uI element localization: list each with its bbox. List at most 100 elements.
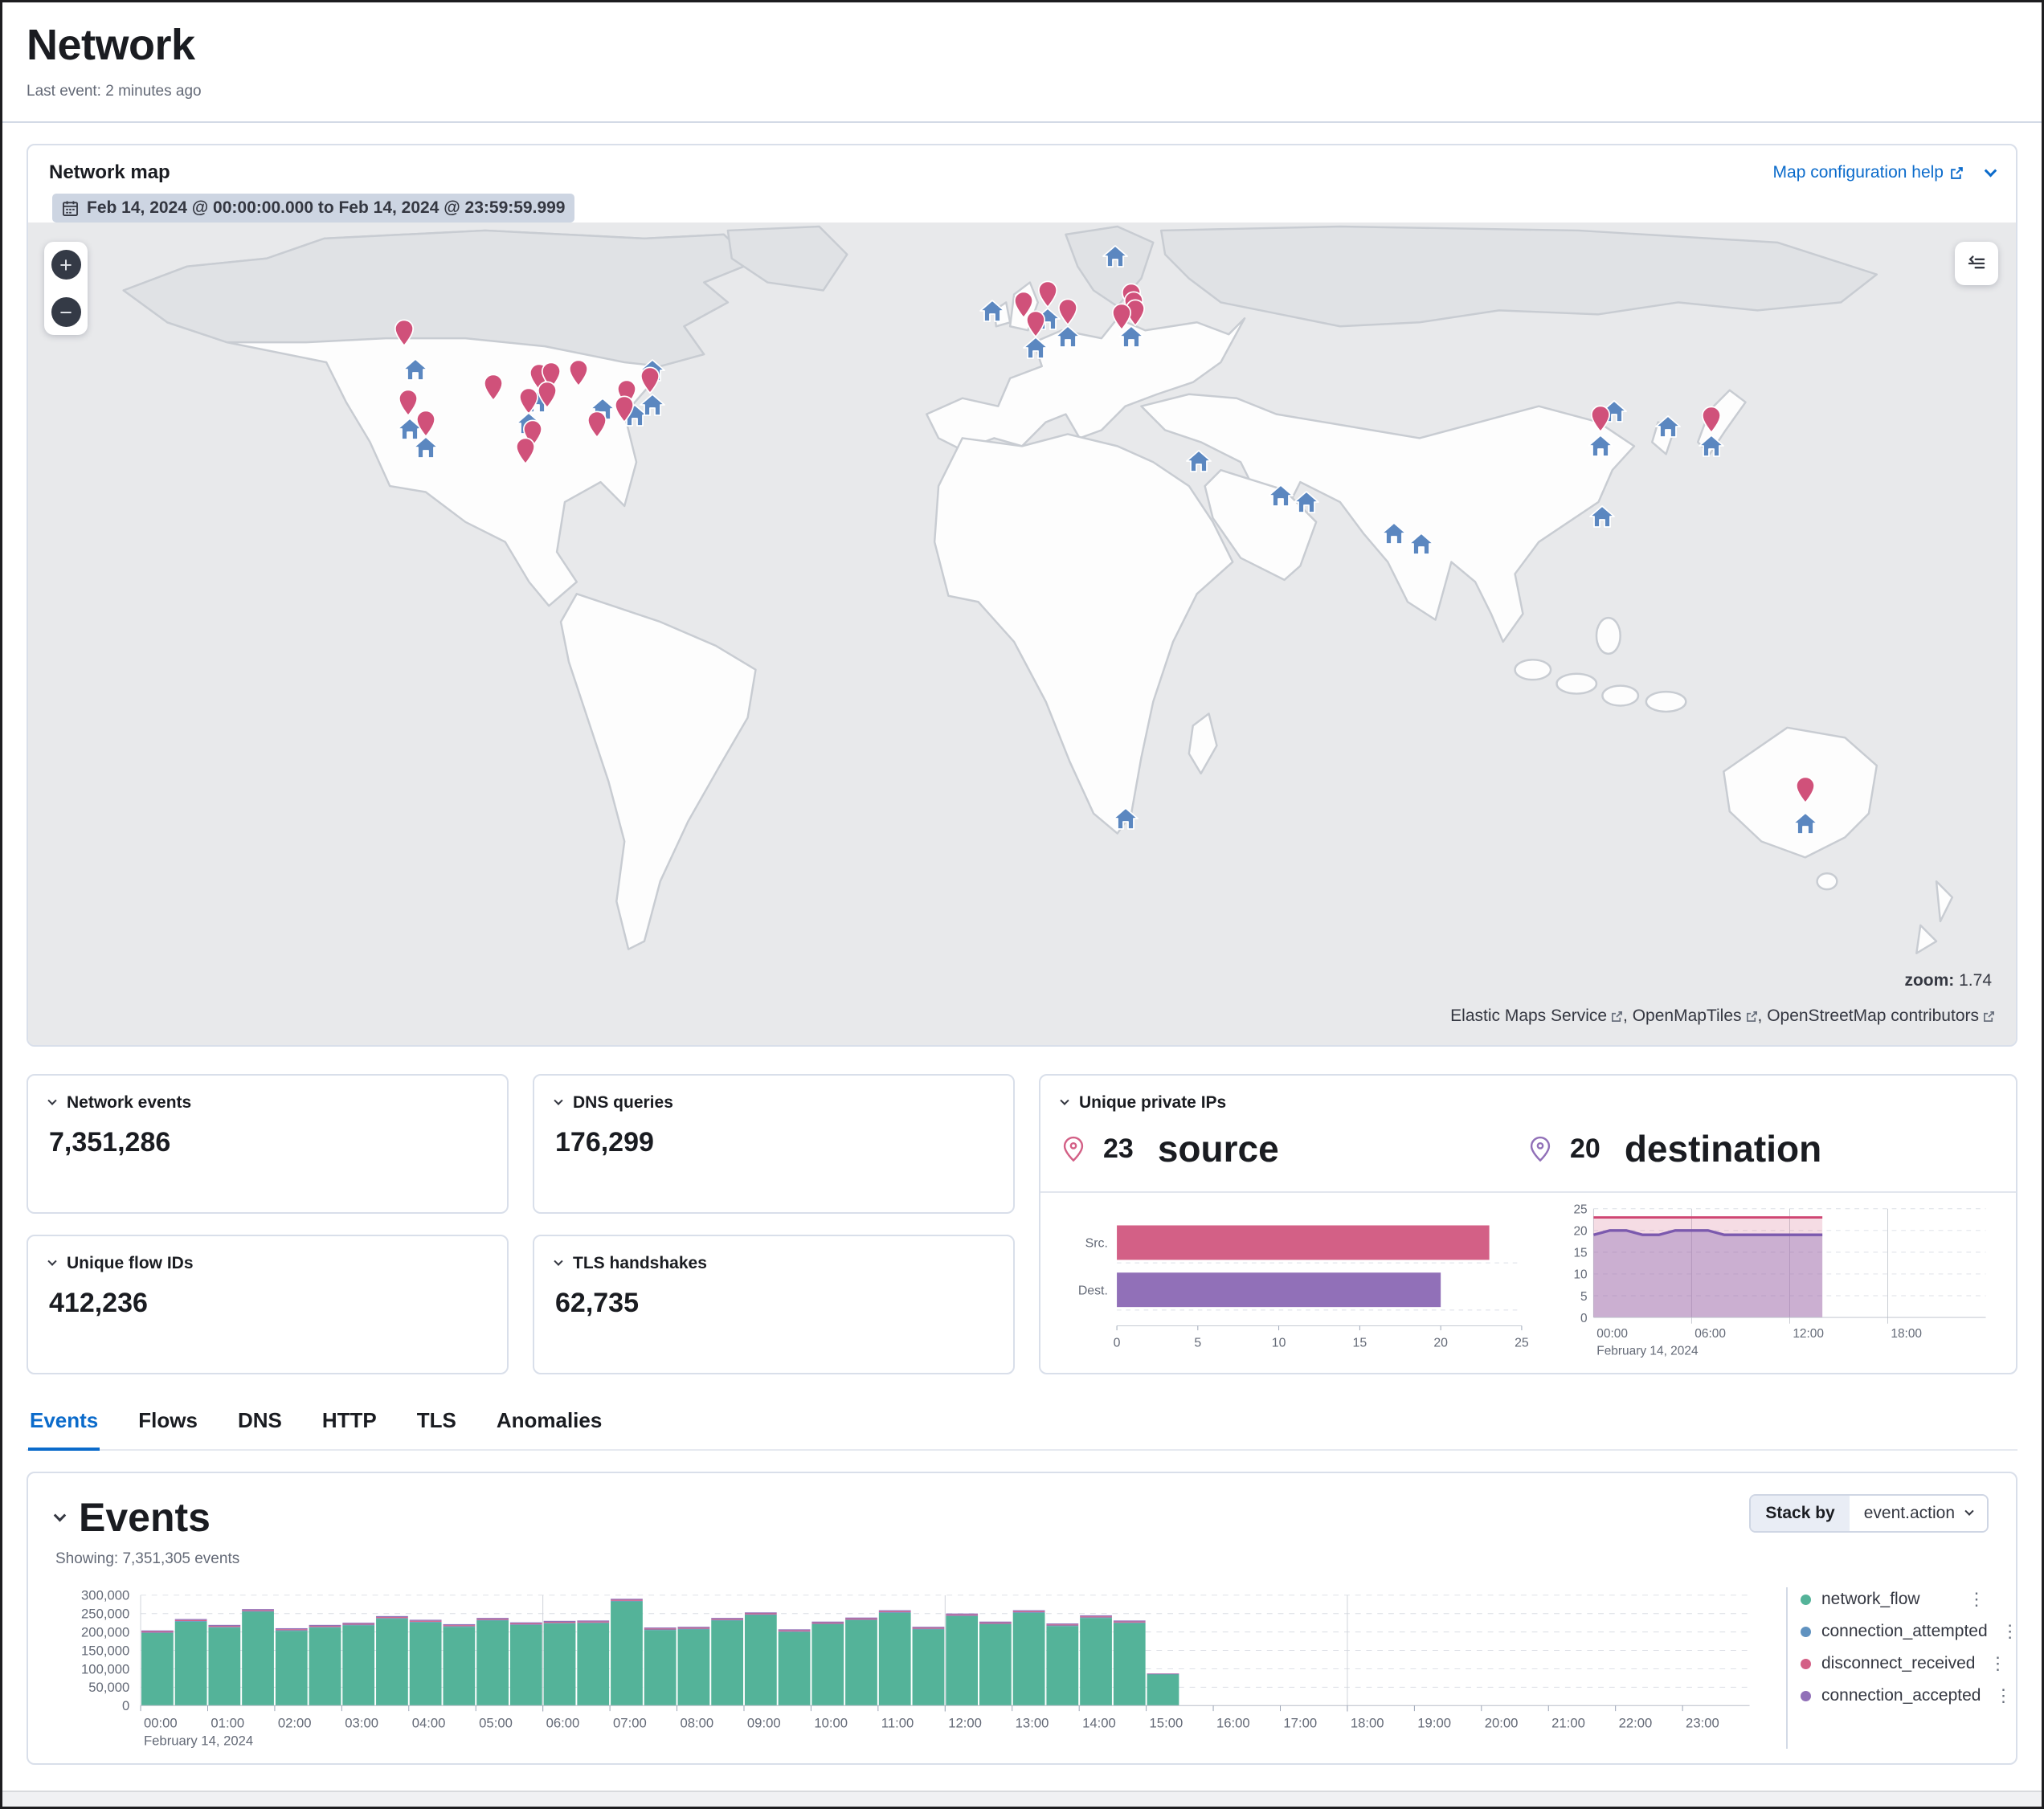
source-pin-icon — [1061, 1135, 1085, 1162]
tab-tls[interactable]: TLS — [415, 1405, 458, 1451]
destination-house-marker[interactable] — [979, 299, 1005, 326]
tab-http[interactable]: HTTP — [321, 1405, 378, 1451]
destination-house-marker[interactable] — [1793, 811, 1818, 839]
source-pin-marker[interactable] — [1795, 776, 1816, 807]
destination-house-marker[interactable] — [1102, 244, 1128, 272]
external-link-icon — [1611, 1011, 1623, 1023]
destination-label: destination — [1625, 1127, 1821, 1170]
source-pin-marker[interactable] — [568, 359, 589, 390]
source-pin-marker[interactable] — [1590, 406, 1611, 437]
source-pin-marker[interactable] — [483, 374, 504, 406]
legend-item[interactable]: connection_attempted⋮ — [1801, 1621, 1989, 1642]
svg-text:23:00: 23:00 — [1686, 1716, 1719, 1731]
map-panel-collapse-chevron-icon[interactable] — [1985, 164, 1997, 177]
tab-anomalies[interactable]: Anomalies — [495, 1405, 604, 1451]
svg-text:04:00: 04:00 — [412, 1716, 446, 1731]
legend-color-dot — [1801, 1691, 1811, 1701]
legend-actions-icon[interactable]: ⋮ — [1998, 1621, 2022, 1642]
source-pin-marker[interactable] — [537, 382, 558, 413]
svg-text:12:00: 12:00 — [1793, 1327, 1824, 1341]
svg-text:01:00: 01:00 — [211, 1716, 244, 1731]
map-zoom-value: 1.74 — [1959, 971, 1992, 990]
unique-ips-area-chart: 051015202500:00February 14, 202406:0012:… — [1556, 1203, 1995, 1362]
page-title: Network — [27, 20, 2017, 70]
source-pin-marker[interactable] — [587, 411, 607, 443]
legend-label[interactable]: connection_attempted — [1821, 1622, 1988, 1641]
map-attribution: Elastic Maps Service , OpenMapTiles , Op… — [1450, 1007, 1995, 1026]
destination-house-marker[interactable] — [413, 435, 439, 463]
svg-text:50,000: 50,000 — [88, 1680, 129, 1695]
destination-house-marker[interactable] — [1381, 521, 1407, 549]
source-pin-marker[interactable] — [614, 395, 635, 427]
events-showing-count: Showing: 7,351,305 events — [55, 1550, 239, 1568]
zoom-in-button[interactable]: + — [51, 250, 81, 280]
collapse-chevron-icon[interactable] — [554, 1257, 562, 1266]
legend-item[interactable]: network_flow ⋮ — [1801, 1589, 1989, 1610]
svg-text:19:00: 19:00 — [1417, 1716, 1451, 1731]
map-legend-toggle-button[interactable] — [1955, 242, 1998, 285]
destination-house-marker[interactable] — [1408, 532, 1434, 559]
external-link-icon — [1983, 1011, 1995, 1023]
collapse-chevron-icon[interactable] — [1060, 1096, 1069, 1105]
stat-label: Unique private IPs — [1079, 1093, 1226, 1113]
events-collapse-chevron-icon[interactable] — [54, 1509, 67, 1521]
map-canvas[interactable]: + − zoom: 1.74 Elastic Maps Service , Op… — [28, 223, 2016, 1045]
svg-text:06:00: 06:00 — [546, 1716, 580, 1731]
collapse-chevron-icon[interactable] — [554, 1096, 562, 1105]
attribution-link[interactable]: OpenStreetMap contributors — [1767, 1007, 1995, 1026]
destination-house-marker[interactable] — [1588, 434, 1613, 461]
collapse-chevron-icon[interactable] — [47, 1257, 56, 1266]
legend-label[interactable]: connection_accepted — [1821, 1686, 1981, 1705]
unique-private-ips-card: Unique private IPs 23 source 20 destinat… — [1039, 1074, 2017, 1374]
svg-text:0: 0 — [1114, 1336, 1121, 1350]
legend-actions-icon[interactable]: ⋮ — [1964, 1589, 1989, 1610]
legend-actions-icon[interactable]: ⋮ — [1992, 1685, 2016, 1706]
attribution-link[interactable]: Elastic Maps Service — [1450, 1007, 1623, 1026]
source-label: source — [1158, 1127, 1279, 1170]
destination-house-marker[interactable] — [640, 393, 665, 420]
svg-text:10: 10 — [1573, 1268, 1587, 1282]
legend-color-dot — [1801, 1627, 1811, 1637]
header-divider — [2, 121, 2042, 123]
collapse-legend-icon — [1966, 253, 1987, 274]
legend-label[interactable]: network_flow — [1821, 1590, 1954, 1609]
legend-label[interactable]: disconnect_received — [1821, 1654, 1975, 1673]
external-link-icon — [1746, 1011, 1758, 1023]
tab-flows[interactable]: Flows — [137, 1405, 199, 1451]
destination-house-marker[interactable] — [1294, 490, 1319, 517]
zoom-out-button[interactable]: − — [51, 297, 81, 327]
destination-house-marker[interactable] — [1113, 806, 1139, 834]
source-pin-marker[interactable] — [394, 319, 415, 350]
map-config-help-link[interactable]: Map configuration help — [1773, 163, 1964, 182]
svg-text:10:00: 10:00 — [814, 1716, 848, 1731]
legend-actions-icon[interactable]: ⋮ — [1985, 1653, 2009, 1674]
svg-text:15: 15 — [1573, 1247, 1587, 1260]
stat-label: DNS queries — [573, 1093, 673, 1113]
tab-dns[interactable]: DNS — [236, 1405, 284, 1451]
attribution-link[interactable]: OpenMapTiles — [1633, 1007, 1758, 1026]
destination-house-marker[interactable] — [1023, 336, 1049, 363]
source-pin-marker[interactable] — [515, 437, 536, 468]
svg-text:21:00: 21:00 — [1551, 1716, 1585, 1731]
destination-house-marker[interactable] — [1589, 504, 1615, 532]
horizontal-scrollbar-track[interactable] — [2, 1791, 2042, 1807]
stack-by-select[interactable]: Stack by event.action — [1749, 1494, 1989, 1533]
tab-events[interactable]: Events — [28, 1405, 100, 1451]
svg-text:22:00: 22:00 — [1619, 1716, 1653, 1731]
svg-text:14:00: 14:00 — [1082, 1716, 1116, 1731]
legend-item[interactable]: disconnect_received⋮ — [1801, 1653, 1989, 1674]
destination-house-marker[interactable] — [1055, 325, 1081, 352]
destination-house-marker[interactable] — [1699, 434, 1724, 461]
legend-item[interactable]: connection_accepted⋮ — [1801, 1685, 1989, 1706]
destination-house-marker[interactable] — [1655, 414, 1681, 442]
destination-house-marker[interactable] — [1118, 325, 1144, 352]
destination-house-marker[interactable] — [1268, 484, 1294, 511]
destination-house-marker[interactable] — [1186, 449, 1212, 476]
svg-text:09:00: 09:00 — [747, 1716, 781, 1731]
chevron-down-icon — [1964, 1507, 1973, 1516]
svg-text:250,000: 250,000 — [81, 1607, 129, 1622]
stack-by-value: event.action — [1864, 1504, 1955, 1523]
destination-house-marker[interactable] — [403, 357, 428, 385]
svg-text:03:00: 03:00 — [345, 1716, 378, 1731]
collapse-chevron-icon[interactable] — [47, 1096, 56, 1105]
